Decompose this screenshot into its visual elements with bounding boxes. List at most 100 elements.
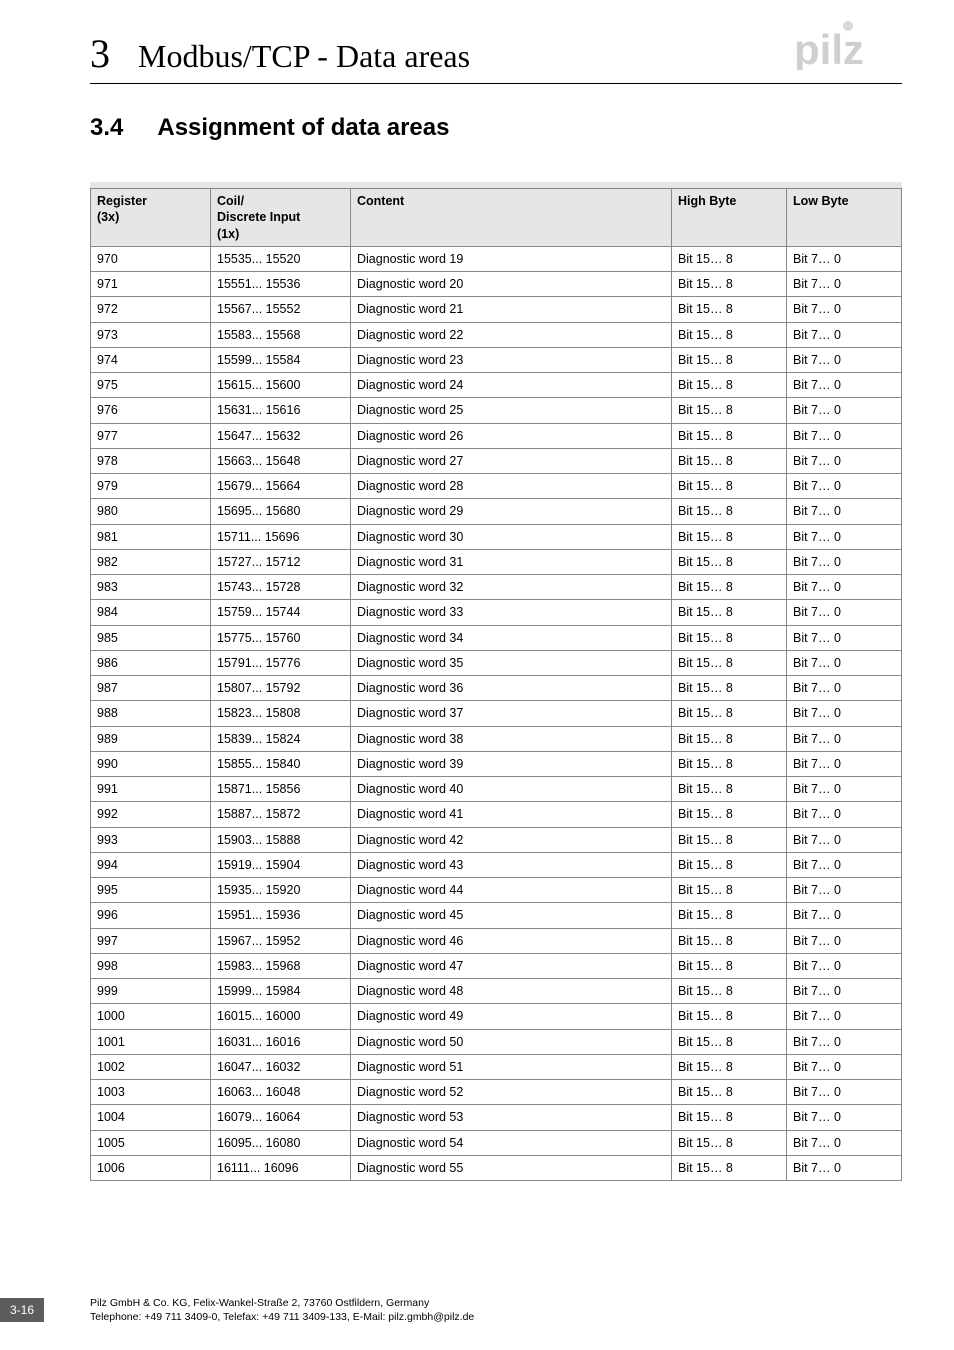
cell-high: Bit 15… 8 <box>672 928 787 953</box>
cell-reg: 973 <box>91 322 211 347</box>
cell-coil: 15967... 15952 <box>211 928 351 953</box>
cell-low: Bit 7… 0 <box>787 903 902 928</box>
cell-content: Diagnostic word 46 <box>351 928 672 953</box>
table-row: 99415919... 15904Diagnostic word 43Bit 1… <box>91 852 902 877</box>
cell-content: Diagnostic word 32 <box>351 575 672 600</box>
cell-coil: 16047... 16032 <box>211 1054 351 1079</box>
table-row: 97215567... 15552Diagnostic word 21Bit 1… <box>91 297 902 322</box>
cell-low: Bit 7… 0 <box>787 1054 902 1079</box>
cell-low: Bit 7… 0 <box>787 600 902 625</box>
cell-reg: 978 <box>91 448 211 473</box>
cell-low: Bit 7… 0 <box>787 373 902 398</box>
table-row: 97115551... 15536Diagnostic word 20Bit 1… <box>91 272 902 297</box>
cell-content: Diagnostic word 25 <box>351 398 672 423</box>
cell-reg: 970 <box>91 246 211 271</box>
cell-high: Bit 15… 8 <box>672 549 787 574</box>
cell-coil: 15743... 15728 <box>211 575 351 600</box>
cell-high: Bit 15… 8 <box>672 423 787 448</box>
cell-content: Diagnostic word 45 <box>351 903 672 928</box>
cell-low: Bit 7… 0 <box>787 1130 902 1155</box>
cell-content: Diagnostic word 50 <box>351 1029 672 1054</box>
cell-reg: 979 <box>91 474 211 499</box>
cell-coil: 15919... 15904 <box>211 852 351 877</box>
cell-coil: 15839... 15824 <box>211 726 351 751</box>
cell-low: Bit 7… 0 <box>787 625 902 650</box>
table-row: 100016015... 16000Diagnostic word 49Bit … <box>91 1004 902 1029</box>
cell-content: Diagnostic word 53 <box>351 1105 672 1130</box>
cell-content: Diagnostic word 20 <box>351 272 672 297</box>
cell-content: Diagnostic word 54 <box>351 1130 672 1155</box>
cell-reg: 997 <box>91 928 211 953</box>
cell-high: Bit 15… 8 <box>672 1155 787 1180</box>
cell-content: Diagnostic word 42 <box>351 827 672 852</box>
cell-low: Bit 7… 0 <box>787 423 902 448</box>
cell-high: Bit 15… 8 <box>672 575 787 600</box>
cell-low: Bit 7… 0 <box>787 852 902 877</box>
cell-reg: 1003 <box>91 1080 211 1105</box>
cell-content: Diagnostic word 19 <box>351 246 672 271</box>
table-row: 99915999... 15984Diagnostic word 48Bit 1… <box>91 979 902 1004</box>
page-footer: Pilz GmbH & Co. KG, Felix-Wankel-Straße … <box>90 1296 474 1324</box>
cell-coil: 15647... 15632 <box>211 423 351 448</box>
cell-reg: 987 <box>91 676 211 701</box>
cell-high: Bit 15… 8 <box>672 701 787 726</box>
table-header-row: Register (3x) Coil/ Discrete Input (1x) … <box>91 189 902 247</box>
cell-reg: 988 <box>91 701 211 726</box>
cell-low: Bit 7… 0 <box>787 1029 902 1054</box>
cell-coil: 15535... 15520 <box>211 246 351 271</box>
cell-high: Bit 15… 8 <box>672 1080 787 1105</box>
table-row: 100216047... 16032Diagnostic word 51Bit … <box>91 1054 902 1079</box>
cell-coil: 15615... 15600 <box>211 373 351 398</box>
footer-line1: Pilz GmbH & Co. KG, Felix-Wankel-Straße … <box>90 1296 474 1310</box>
table-row: 98615791... 15776Diagnostic word 35Bit 1… <box>91 650 902 675</box>
cell-low: Bit 7… 0 <box>787 1155 902 1180</box>
cell-content: Diagnostic word 48 <box>351 979 672 1004</box>
cell-low: Bit 7… 0 <box>787 676 902 701</box>
cell-low: Bit 7… 0 <box>787 650 902 675</box>
cell-low: Bit 7… 0 <box>787 524 902 549</box>
table-row: 98915839... 15824Diagnostic word 38Bit 1… <box>91 726 902 751</box>
cell-reg: 991 <box>91 777 211 802</box>
cell-coil: 15759... 15744 <box>211 600 351 625</box>
cell-reg: 1006 <box>91 1155 211 1180</box>
table-row: 98315743... 15728Diagnostic word 32Bit 1… <box>91 575 902 600</box>
brand-logo: pilz <box>794 18 902 75</box>
cell-high: Bit 15… 8 <box>672 1105 787 1130</box>
cell-high: Bit 15… 8 <box>672 903 787 928</box>
cell-coil: 15999... 15984 <box>211 979 351 1004</box>
table-row: 97815663... 15648Diagnostic word 27Bit 1… <box>91 448 902 473</box>
section-heading: 3.4 Assignment of data areas <box>90 114 902 142</box>
cell-high: Bit 15… 8 <box>672 979 787 1004</box>
cell-reg: 975 <box>91 373 211 398</box>
table-row: 98515775... 15760Diagnostic word 34Bit 1… <box>91 625 902 650</box>
cell-content: Diagnostic word 24 <box>351 373 672 398</box>
cell-content: Diagnostic word 27 <box>351 448 672 473</box>
cell-coil: 15679... 15664 <box>211 474 351 499</box>
cell-reg: 982 <box>91 549 211 574</box>
logo-text: pilz <box>794 26 864 70</box>
cell-high: Bit 15… 8 <box>672 1130 787 1155</box>
cell-reg: 980 <box>91 499 211 524</box>
cell-reg: 1002 <box>91 1054 211 1079</box>
table-row: 97915679... 15664Diagnostic word 28Bit 1… <box>91 474 902 499</box>
cell-reg: 1001 <box>91 1029 211 1054</box>
cell-coil: 15711... 15696 <box>211 524 351 549</box>
cell-content: Diagnostic word 43 <box>351 852 672 877</box>
table-row: 99515935... 15920Diagnostic word 44Bit 1… <box>91 878 902 903</box>
cell-content: Diagnostic word 22 <box>351 322 672 347</box>
cell-reg: 976 <box>91 398 211 423</box>
chapter-title: Modbus/TCP - Data areas <box>138 38 470 75</box>
cell-content: Diagnostic word 21 <box>351 297 672 322</box>
table-row: 98715807... 15792Diagnostic word 36Bit 1… <box>91 676 902 701</box>
cell-reg: 994 <box>91 852 211 877</box>
cell-low: Bit 7… 0 <box>787 398 902 423</box>
table-row: 100616111... 16096Diagnostic word 55Bit … <box>91 1155 902 1180</box>
cell-reg: 999 <box>91 979 211 1004</box>
cell-high: Bit 15… 8 <box>672 474 787 499</box>
cell-content: Diagnostic word 26 <box>351 423 672 448</box>
cell-content: Diagnostic word 41 <box>351 802 672 827</box>
cell-low: Bit 7… 0 <box>787 726 902 751</box>
cell-coil: 15599... 15584 <box>211 347 351 372</box>
cell-reg: 1005 <box>91 1130 211 1155</box>
cell-high: Bit 15… 8 <box>672 524 787 549</box>
